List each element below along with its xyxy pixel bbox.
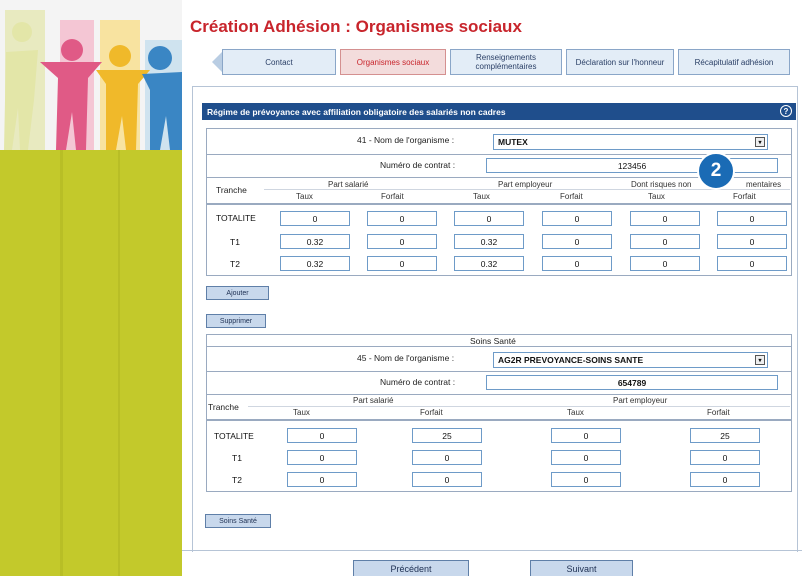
sante-t1-employeur-taux[interactable]: 0 [551, 450, 621, 465]
question-circle-icon[interactable]: ? [780, 105, 792, 117]
sante-totalite-salarie-forfait[interactable]: 25 [412, 428, 482, 443]
callout-badge: 2 [697, 152, 735, 190]
col-taux: Taux [296, 192, 313, 201]
totalite-employeur-forfait[interactable]: 0 [542, 211, 612, 226]
tab-renseignements-complementaires[interactable]: Renseignements complémentaires [450, 49, 562, 75]
group-risques: Dont risques non [628, 180, 695, 189]
tab-organismes-sociaux[interactable]: Organismes sociaux [340, 49, 446, 75]
sante-tranche-header: Tranche [208, 402, 239, 412]
sante-title: Soins Santé [470, 336, 516, 346]
t2-employeur-forfait[interactable]: 0 [542, 256, 612, 271]
chevron-down-icon[interactable]: ▾ [755, 355, 765, 365]
t1-salarie-forfait[interactable]: 0 [367, 234, 437, 249]
sante-row-label-totalite: TOTALITE [214, 431, 254, 441]
divider [192, 86, 798, 87]
supprimer-button[interactable]: Supprimer [206, 314, 266, 328]
soins-sante-button[interactable]: Soins Santé [205, 514, 271, 528]
sante-totalite-salarie-taux[interactable]: 0 [287, 428, 357, 443]
t1-employeur-forfait[interactable]: 0 [542, 234, 612, 249]
sante-group-part-employeur: Part employeur [610, 396, 671, 405]
group-risques-suffix: mentaires [743, 180, 785, 189]
sante-t1-employeur-forfait[interactable]: 0 [690, 450, 760, 465]
suivant-button[interactable]: Suivant [530, 560, 633, 576]
col-taux: Taux [648, 192, 665, 201]
row-label-t2: T2 [230, 259, 240, 269]
contrat-label: Numéro de contrat : [380, 160, 456, 170]
t1-risques-forfait[interactable]: 0 [717, 234, 787, 249]
sante-col-taux: Taux [293, 408, 310, 417]
sante-col-forfait: Forfait [420, 408, 443, 417]
t1-risques-taux[interactable]: 0 [630, 234, 700, 249]
divider [206, 371, 792, 372]
totalite-risques-forfait[interactable]: 0 [717, 211, 787, 226]
sante-t1-salarie-taux[interactable]: 0 [287, 450, 357, 465]
t1-salarie-taux[interactable]: 0.32 [280, 234, 350, 249]
sante-t1-salarie-forfait[interactable]: 0 [412, 450, 482, 465]
col-taux: Taux [473, 192, 490, 201]
left-decorative-panel [0, 150, 182, 576]
divider [206, 346, 792, 347]
tab-contact[interactable]: Contact [222, 49, 336, 75]
sante-totalite-employeur-forfait[interactable]: 25 [690, 428, 760, 443]
t2-salarie-taux[interactable]: 0.32 [280, 256, 350, 271]
sante-organisme-label: 45 - Nom de l'organisme : [357, 353, 455, 363]
panel-stripe [118, 150, 120, 576]
sante-t2-salarie-taux[interactable]: 0 [287, 472, 357, 487]
tab-declaration-honneur[interactable]: Déclaration sur l'honneur [566, 49, 674, 75]
section-header: Régime de prévoyance avec affiliation ob… [202, 103, 796, 120]
t2-risques-forfait[interactable]: 0 [717, 256, 787, 271]
chevron-down-icon[interactable]: ▾ [755, 137, 765, 147]
t2-employeur-taux[interactable]: 0.32 [454, 256, 524, 271]
sante-organisme-value: AG2R PREVOYANCE-SOINS SANTE [498, 355, 644, 365]
totalite-salarie-forfait[interactable]: 0 [367, 211, 437, 226]
sante-contrat-input[interactable]: 654789 [486, 375, 778, 390]
t2-risques-taux[interactable]: 0 [630, 256, 700, 271]
col-forfait: Forfait [381, 192, 404, 201]
sante-t2-salarie-forfait[interactable]: 0 [412, 472, 482, 487]
totalite-risques-taux[interactable]: 0 [630, 211, 700, 226]
people-logo-icon [0, 0, 182, 152]
divider [248, 406, 790, 407]
ajouter-button[interactable]: Ajouter [206, 286, 269, 300]
page-title: Création Adhésion : Organismes sociaux [190, 17, 522, 36]
col-forfait: Forfait [733, 192, 756, 201]
people-illustration [0, 0, 182, 152]
group-part-salarie: Part salarié [325, 180, 372, 189]
divider [206, 394, 792, 395]
organisme-select[interactable]: MUTEX ▾ [493, 134, 768, 150]
sante-organisme-select[interactable]: AG2R PREVOYANCE-SOINS SANTE ▾ [493, 352, 768, 368]
sante-t2-employeur-forfait[interactable]: 0 [690, 472, 760, 487]
sante-row-label-t2: T2 [232, 475, 242, 485]
organisme-value: MUTEX [498, 137, 528, 147]
organisme-label: 41 - Nom de l'organisme : [357, 135, 455, 145]
sante-col-forfait: Forfait [707, 408, 730, 417]
sante-totalite-employeur-taux[interactable]: 0 [551, 428, 621, 443]
row-label-totalite: TOTALITE [216, 213, 256, 223]
section-title: Régime de prévoyance avec affiliation ob… [207, 106, 506, 117]
row-label-t1: T1 [230, 237, 240, 247]
sante-t2-employeur-taux[interactable]: 0 [551, 472, 621, 487]
sante-group-part-salarie: Part salarié [350, 396, 397, 405]
tabs-scroll-left-icon[interactable] [212, 52, 222, 72]
tab-recapitulatif-adhesion[interactable]: Récapitulatif adhésion [678, 49, 790, 75]
precedent-button[interactable]: Précédent [353, 560, 469, 576]
totalite-salarie-taux[interactable]: 0 [280, 211, 350, 226]
t1-employeur-taux[interactable]: 0.32 [454, 234, 524, 249]
col-forfait: Forfait [560, 192, 583, 201]
group-part-employeur: Part employeur [495, 180, 556, 189]
totalite-employeur-taux[interactable]: 0 [454, 211, 524, 226]
sante-row-label-t1: T1 [232, 453, 242, 463]
divider [182, 550, 802, 551]
panel-stripe [60, 150, 63, 576]
sante-contrat-label: Numéro de contrat : [380, 377, 456, 387]
sante-col-taux: Taux [567, 408, 584, 417]
t2-salarie-forfait[interactable]: 0 [367, 256, 437, 271]
tranche-header: Tranche [216, 185, 247, 195]
